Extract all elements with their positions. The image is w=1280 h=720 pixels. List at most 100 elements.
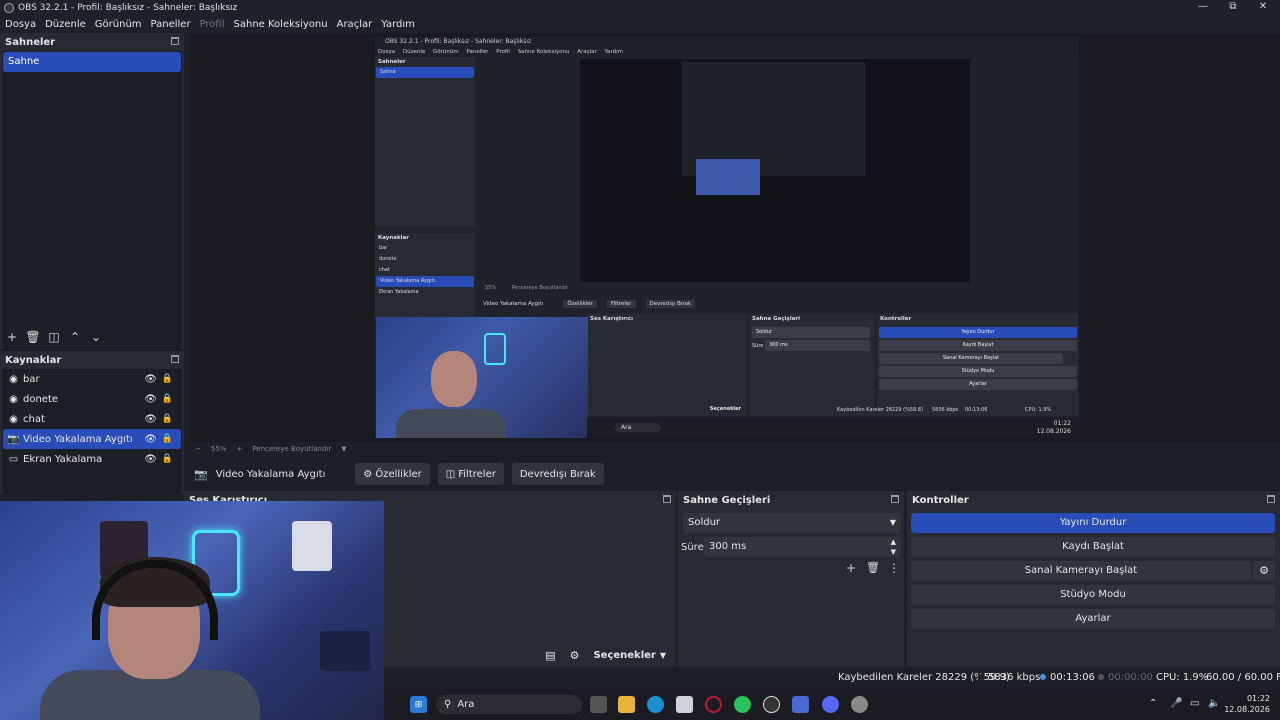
stop-stream-button[interactable]: Yayını Durdur	[911, 513, 1275, 533]
eye-icon[interactable]: 👁	[144, 374, 157, 385]
shelf	[320, 631, 370, 671]
eye-icon[interactable]: 👁	[144, 434, 157, 445]
nested-controls-header: Kontroller	[880, 316, 912, 322]
eye-icon[interactable]: 👁	[144, 414, 157, 425]
menu-sahne-koleksiyonu[interactable]: Sahne Koleksiyonu	[234, 19, 328, 30]
zoom-out-button[interactable]: −	[195, 445, 201, 453]
source-label: Video Yakalama Aygıtı	[23, 433, 133, 445]
start-virtual-camera-button[interactable]: Sanal Kamerayı Başlat	[911, 561, 1251, 581]
preview-canvas[interactable]: OBS 32.2.1 - Profil: Başlıksız - Sahnele…	[375, 37, 1079, 438]
lock-icon[interactable]: 🔒	[162, 454, 173, 464]
source-item[interactable]: ▭ Ekran Yakalama 👁 🔒	[3, 449, 181, 469]
store-icon[interactable]	[676, 696, 693, 713]
layout-icon[interactable]: ▤	[545, 649, 555, 662]
start-record-button[interactable]: Kaydı Başlat	[911, 537, 1275, 557]
preview-area[interactable]: OBS 32.2.1 - Profil: Başlıksız - Sahnele…	[190, 33, 1280, 442]
deactivate-button[interactable]: Devredışı Bırak	[511, 463, 604, 485]
lock-icon[interactable]: 🔒	[162, 414, 173, 424]
task-view-icon[interactable]	[590, 696, 607, 713]
properties-button[interactable]: ⚙ Özellikler	[355, 463, 430, 485]
menu-dosya[interactable]: Dosya	[5, 19, 36, 30]
nested-taskbar: Ara 01:22 12.08.2026	[587, 418, 1079, 438]
scenes-title: Sahneler	[5, 36, 56, 48]
chevron-down-icon[interactable]: ▼	[660, 651, 666, 660]
windows-start-icon[interactable]: ⊞	[410, 696, 427, 713]
minimize-button[interactable]: —	[1188, 0, 1218, 15]
source-label: bar	[23, 373, 40, 385]
nested-source-item: bar	[379, 245, 388, 251]
menu-paneller[interactable]: Paneller	[151, 19, 191, 30]
maximize-button[interactable]: ⧉	[1218, 0, 1248, 15]
options-button[interactable]: Seçenekler	[593, 650, 655, 661]
close-button[interactable]: ✕	[1248, 0, 1278, 15]
spinner-icon[interactable]: ▲ ▼	[891, 537, 896, 557]
eye-icon[interactable]: 👁	[144, 454, 157, 465]
taskbar-search[interactable]: ⚲ Ara	[436, 695, 582, 714]
remove-transition-button[interactable]: 🗑	[866, 561, 880, 574]
move-down-button[interactable]: ⌄	[89, 330, 103, 344]
transition-select[interactable]: Soldur ▼	[683, 513, 901, 533]
stream-time: 00:13:06	[1040, 672, 1095, 683]
duration-input[interactable]: 300 ms ▲ ▼	[704, 537, 901, 557]
nested-source-name: Video Yakalama Aygıtı	[483, 301, 544, 307]
scenes-toolbar: + 🗑 ◫ ⌃ ⌄	[0, 327, 184, 347]
menu-yardim[interactable]: Yardım	[381, 19, 415, 30]
obs-taskbar-icon[interactable]	[763, 696, 780, 713]
menu-duzenle[interactable]: Düzenle	[45, 19, 86, 30]
undock-icon[interactable]	[171, 37, 179, 45]
gear-icon[interactable]: ⚙	[1253, 561, 1275, 581]
source-item-selected[interactable]: 📷 Video Yakalama Aygıtı 👁 🔒	[3, 429, 181, 449]
app-icon[interactable]	[792, 696, 809, 713]
chevron-up-icon[interactable]: ⌃	[1149, 698, 1157, 709]
menu-profil[interactable]: Profil	[200, 19, 225, 30]
add-scene-button[interactable]: +	[5, 330, 19, 344]
add-transition-button[interactable]: +	[846, 561, 856, 575]
source-label: chat	[23, 413, 45, 425]
studio-mode-button[interactable]: Stüdyo Modu	[911, 585, 1275, 605]
network-icon[interactable]: ▭	[1190, 698, 1199, 709]
lock-icon[interactable]: 🔒	[162, 394, 173, 404]
move-up-button[interactable]: ⌃	[68, 330, 82, 344]
camera-icon: 📷	[7, 433, 20, 445]
lock-icon[interactable]: 🔒	[162, 434, 173, 444]
taskbar-clock[interactable]: 01:22 12.08.2026	[1224, 693, 1270, 715]
lock-icon[interactable]: 🔒	[162, 374, 173, 384]
nested-control: Sanal Kamerayı Başlat	[879, 353, 1063, 364]
whatsapp-icon[interactable]	[734, 696, 751, 713]
file-explorer-icon[interactable]	[618, 696, 635, 713]
zoom-in-button[interactable]: +	[236, 445, 242, 453]
remove-scene-button[interactable]: 🗑	[25, 330, 40, 344]
chevron-down-icon[interactable]: ▼	[341, 445, 346, 453]
filters-button[interactable]: ◫ Filtreler	[437, 463, 504, 485]
menu-araclar[interactable]: Araçlar	[337, 19, 373, 30]
source-item[interactable]: ◉ chat 👁 🔒	[3, 409, 181, 429]
nested-person	[431, 351, 477, 407]
undock-icon[interactable]	[171, 355, 179, 363]
cpu-usage: CPU: 1.9%	[1156, 672, 1209, 683]
edge-icon[interactable]	[647, 696, 664, 713]
undock-icon[interactable]	[663, 495, 671, 503]
nested-menu-item: Profil	[496, 49, 510, 55]
more-options-icon[interactable]: ⋮	[888, 561, 900, 575]
settings-button[interactable]: Ayarlar	[911, 609, 1275, 629]
eye-icon[interactable]: 👁	[144, 394, 157, 405]
fit-to-window[interactable]: Pencereye Boyutlandır	[252, 445, 331, 453]
scene-filters-button[interactable]: ◫	[47, 330, 61, 344]
discord-icon[interactable]	[822, 696, 839, 713]
microphone-icon[interactable]: 🎤	[1170, 698, 1182, 709]
opera-icon[interactable]	[705, 696, 722, 713]
transition-selected: Soldur	[688, 517, 721, 528]
undock-icon[interactable]	[1267, 495, 1275, 503]
advanced-audio-icon[interactable]: ⚙	[570, 649, 580, 662]
nested-control: Kaydı Başlat	[879, 340, 1077, 351]
settings-icon[interactable]	[851, 696, 868, 713]
deactivate-label: Devredışı Bırak	[519, 468, 596, 480]
volume-icon[interactable]: 🔈	[1208, 698, 1220, 709]
menu-gorunum[interactable]: Görünüm	[95, 19, 142, 30]
source-item[interactable]: ◉ donete 👁 🔒	[3, 389, 181, 409]
scene-item[interactable]: Sahne	[3, 52, 181, 72]
undock-icon[interactable]	[891, 495, 899, 503]
source-item[interactable]: ◉ bar 👁 🔒	[3, 369, 181, 389]
nested-webcam-overlay	[376, 317, 588, 438]
record-dot	[1098, 674, 1104, 680]
